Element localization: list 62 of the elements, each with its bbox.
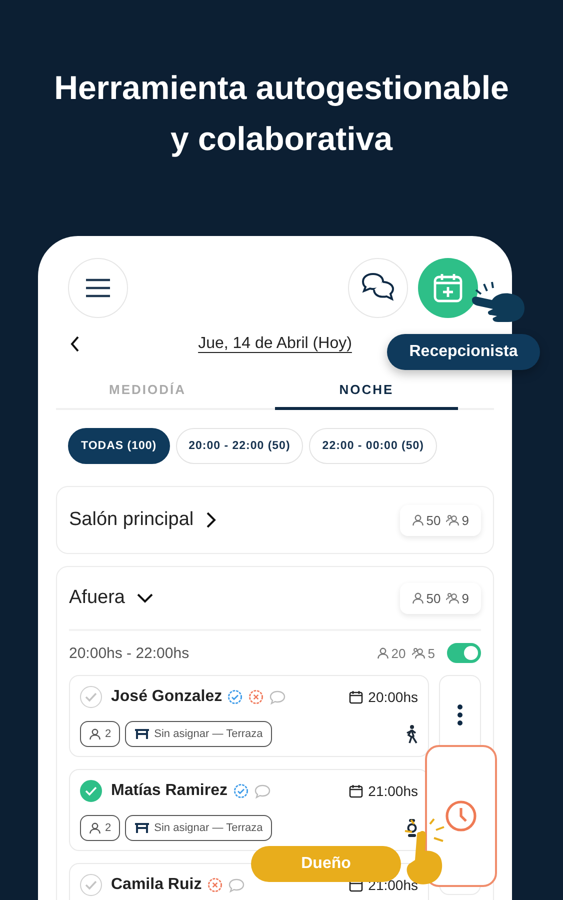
reservation-time: 20:00hs <box>368 689 418 705</box>
toggle-switch[interactable] <box>447 643 481 663</box>
headline: y colaborativa <box>170 119 392 159</box>
person-icon <box>412 592 424 604</box>
guest-count: 50 <box>426 512 441 528</box>
check-circle[interactable] <box>80 686 102 708</box>
clock-menu[interactable] <box>425 745 497 887</box>
table-icon <box>134 822 150 834</box>
alert-icon <box>248 689 264 705</box>
table-icon <box>134 728 150 740</box>
guest-name: José Gonzalez <box>111 688 222 706</box>
checkmark-icon <box>85 880 97 890</box>
guest-name: Camila Ruiz <box>111 876 202 894</box>
checkmark-icon <box>85 786 97 796</box>
comment-icon <box>228 878 245 892</box>
chevron-right-icon[interactable] <box>206 512 216 528</box>
filter-chip[interactable]: 20:00 - 22:00 (50) <box>176 428 304 464</box>
role-tooltip: Recepcionista <box>387 334 540 370</box>
person-icon <box>377 647 390 659</box>
check-circle[interactable] <box>80 780 102 802</box>
table-tag: Sin asignar — Terraza <box>125 815 272 841</box>
guest-count: 20 <box>391 646 406 660</box>
guest-name: Matías Ramirez <box>111 782 228 800</box>
filter-chip[interactable]: TODAS (100) <box>68 428 170 464</box>
verified-icon <box>232 783 248 799</box>
table-count: 5 <box>428 646 435 660</box>
table-count: 9 <box>462 590 469 606</box>
comment-icon <box>269 690 286 704</box>
table-count: 9 <box>462 512 469 528</box>
check-circle[interactable] <box>80 874 102 896</box>
more-options-icon[interactable] <box>457 704 463 726</box>
area-name[interactable]: Afuera <box>69 587 125 609</box>
reservation-time: 21:00hs <box>368 783 418 799</box>
checkmark-icon <box>85 692 97 702</box>
menu-icon <box>85 278 111 298</box>
tab[interactable]: NOCHE <box>275 374 458 410</box>
calendar-plus-icon <box>433 273 463 303</box>
party-size-tag: 2 <box>80 815 120 841</box>
clock-icon <box>444 799 478 833</box>
person-icon <box>89 728 101 740</box>
chevron-down-icon[interactable] <box>136 593 153 603</box>
person-icon <box>412 514 424 526</box>
calendar-icon <box>349 784 364 798</box>
reservation-card[interactable]: José Gonzalez 20:00hs 2 Sin asignar — Terraza <box>69 675 429 757</box>
alert-icon <box>206 877 223 893</box>
walking-person-icon <box>404 724 418 744</box>
guest-count: 50 <box>426 590 441 606</box>
date-link[interactable]: Jue, 14 de Abril (Hoy) <box>198 335 352 353</box>
comment-icon <box>254 784 270 798</box>
calendar-icon <box>349 690 364 704</box>
verified-icon <box>227 689 244 705</box>
group-icon <box>412 647 426 659</box>
filter-chip[interactable]: 22:00 - 00:00 (50) <box>309 428 437 464</box>
chevron-left-icon <box>70 336 80 352</box>
group-icon <box>446 514 460 526</box>
group-icon <box>446 592 460 604</box>
table-tag: Sin asignar — Terraza <box>125 721 272 747</box>
person-icon <box>89 822 101 834</box>
time-slot: 20:00hs - 22:00hs <box>69 644 190 662</box>
headline: Herramienta autogestionable <box>54 68 509 108</box>
area-name[interactable]: Salón principal <box>69 509 194 531</box>
party-size-tag: 2 <box>80 721 120 747</box>
